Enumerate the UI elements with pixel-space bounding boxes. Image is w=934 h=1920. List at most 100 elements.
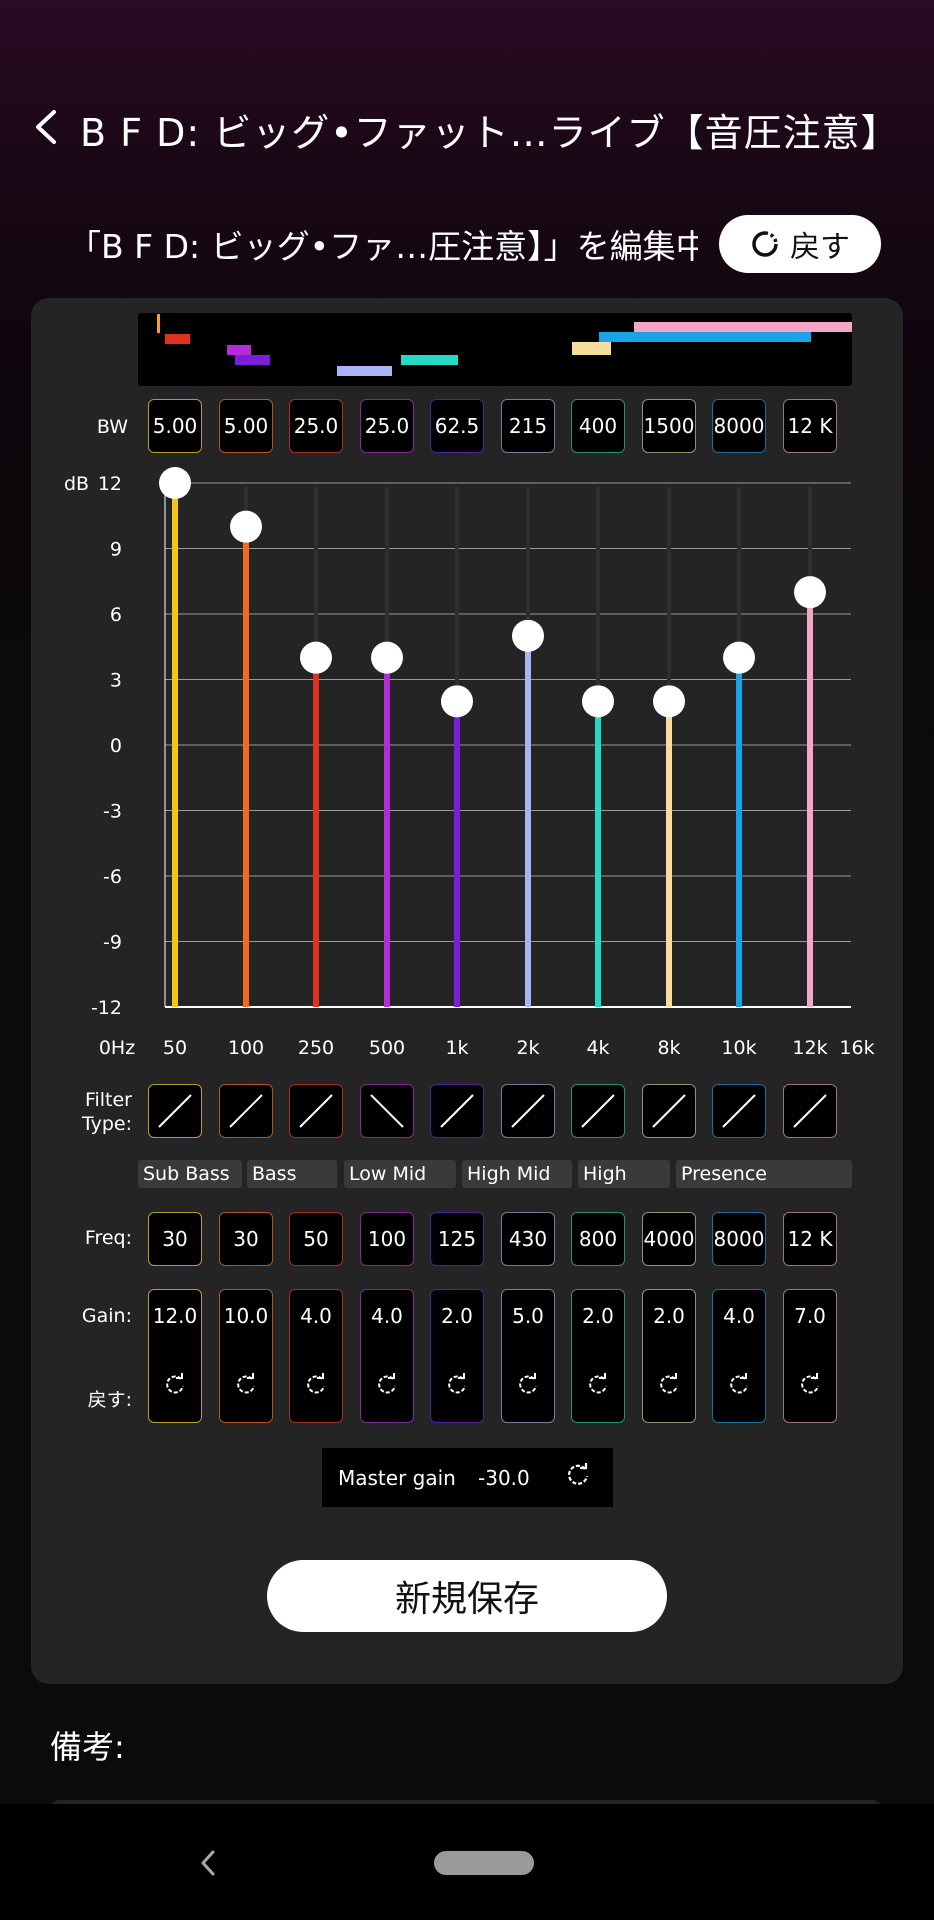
filter-type-button-5[interactable]	[430, 1084, 484, 1138]
band-reset-button-2[interactable]	[233, 1372, 259, 1403]
gain-slider-knob-1[interactable]	[159, 467, 191, 499]
filter-type-button-10[interactable]	[783, 1084, 837, 1138]
reset-row-label: 戻す:	[87, 1389, 132, 1411]
filter-type-button-7[interactable]	[571, 1084, 625, 1138]
group-tag-high-mid: High Mid	[462, 1160, 572, 1188]
gain-slider-knob-9[interactable]	[723, 641, 755, 674]
freq-row-label: Freq:	[84, 1227, 132, 1249]
gain-slider-knob-7[interactable]	[582, 685, 614, 718]
gain-value-1[interactable]: 12.0	[153, 1304, 198, 1328]
gain-value-4[interactable]: 4.0	[371, 1304, 403, 1328]
gain-value-10[interactable]: 7.0	[794, 1304, 826, 1328]
x-tick-label: 50	[163, 1037, 187, 1059]
gain-control-4: 4.0	[360, 1289, 414, 1423]
gain-value-3[interactable]: 4.0	[300, 1304, 332, 1328]
filter-rising-icon	[722, 1094, 756, 1128]
save-new-button[interactable]: 新規保存	[267, 1560, 667, 1632]
system-back-button[interactable]	[195, 1840, 221, 1886]
y-tick-label: 0	[110, 735, 122, 757]
freq-value-9[interactable]: 8000	[712, 1212, 766, 1266]
filter-rising-icon	[793, 1094, 827, 1128]
master-gain-value[interactable]: -30.0	[478, 1466, 548, 1490]
freq-value-1[interactable]: 30	[148, 1212, 202, 1266]
freq-value-6[interactable]: 430	[501, 1212, 555, 1266]
band-reset-button-10[interactable]	[797, 1372, 823, 1403]
filter-type-button-6[interactable]	[501, 1084, 555, 1138]
band-reset-button-3[interactable]	[303, 1372, 329, 1403]
gain-value-9[interactable]: 4.0	[723, 1304, 755, 1328]
eq-chart: dB 12 9 6 3 0 -3 -6 -9 -12 0Hz 50 100 250 500 1k 2k 4k 8k 1…	[64, 467, 875, 1059]
gain-control-10: 7.0	[783, 1289, 837, 1423]
x-tick-label: 0Hz	[99, 1037, 135, 1059]
filter-rising-icon	[581, 1094, 615, 1128]
filter-type-button-9[interactable]	[712, 1084, 766, 1138]
freq-value-10[interactable]: 12 K	[783, 1212, 837, 1266]
system-home-button[interactable]	[434, 1851, 534, 1875]
x-tick-label: 16k	[839, 1037, 874, 1059]
gain-value-8[interactable]: 2.0	[653, 1304, 685, 1328]
y-tick-label: 12	[98, 473, 122, 495]
gain-slider-knob-4[interactable]	[371, 641, 403, 674]
y-tick-label: -9	[103, 932, 122, 954]
band-reset-button-9[interactable]	[726, 1372, 752, 1403]
band-reset-button-5[interactable]	[444, 1372, 470, 1403]
filter-rising-icon	[229, 1094, 263, 1128]
gain-control-9: 4.0	[712, 1289, 766, 1423]
gain-slider-knob-8[interactable]	[653, 685, 685, 718]
refresh-icon	[567, 1463, 589, 1485]
x-tick-label: 250	[298, 1037, 334, 1059]
y-tick-label: -12	[91, 997, 122, 1019]
y-tick-label: 6	[110, 604, 122, 626]
group-tag-bass: Bass	[247, 1160, 337, 1188]
gain-control-8: 2.0	[642, 1289, 696, 1423]
filter-type-button-8[interactable]	[642, 1084, 696, 1138]
filter-type-button-3[interactable]	[289, 1084, 343, 1138]
band-reset-button-4[interactable]	[374, 1372, 400, 1403]
freq-value-7[interactable]: 800	[571, 1212, 625, 1266]
gain-control-1: 12.0	[148, 1289, 202, 1423]
freq-value-3[interactable]: 50	[289, 1212, 343, 1266]
x-tick-label: 8k	[657, 1037, 680, 1059]
refresh-icon	[307, 1373, 325, 1394]
gain-value-2[interactable]: 10.0	[224, 1304, 269, 1328]
filter-type-button-2[interactable]	[219, 1084, 273, 1138]
refresh-icon	[730, 1373, 748, 1394]
gain-slider-knob-5[interactable]	[441, 685, 473, 718]
gain-slider-knob-2[interactable]	[230, 510, 262, 543]
gain-slider-knob-6[interactable]	[512, 619, 544, 652]
freq-value-5[interactable]: 125	[430, 1212, 484, 1266]
freq-value-4[interactable]: 100	[360, 1212, 414, 1266]
gain-value-6[interactable]: 5.0	[512, 1304, 544, 1328]
refresh-icon	[519, 1373, 537, 1394]
x-tick-label: 100	[228, 1037, 264, 1059]
filter-falling-icon	[370, 1094, 404, 1128]
band-reset-button-1[interactable]	[162, 1372, 188, 1403]
gain-control-2: 10.0	[219, 1289, 273, 1423]
gain-control-7: 2.0	[571, 1289, 625, 1423]
freq-value-2[interactable]: 30	[219, 1212, 273, 1266]
gain-slider-knob-3[interactable]	[300, 641, 332, 674]
refresh-icon	[801, 1373, 819, 1394]
filter-rising-icon	[652, 1094, 686, 1128]
master-gain-reset-button[interactable]	[564, 1461, 592, 1494]
filter-type-button-4[interactable]	[360, 1084, 414, 1138]
filter-type-button-1[interactable]	[148, 1084, 202, 1138]
band-reset-button-6[interactable]	[515, 1372, 541, 1403]
gain-value-7[interactable]: 2.0	[582, 1304, 614, 1328]
gain-slider-knob-10[interactable]	[794, 576, 826, 609]
filter-rising-icon	[511, 1094, 545, 1128]
master-gain-control[interactable]: Master gain -30.0	[322, 1448, 613, 1507]
notes-label: 備考:	[50, 1728, 125, 1766]
gain-value-5[interactable]: 2.0	[441, 1304, 473, 1328]
band-reset-button-7[interactable]	[585, 1372, 611, 1403]
x-tick-label: 2k	[516, 1037, 539, 1059]
band-reset-button-8[interactable]	[656, 1372, 682, 1403]
refresh-icon	[237, 1373, 255, 1394]
x-tick-label: 4k	[586, 1037, 609, 1059]
freq-value-8[interactable]: 4000	[642, 1212, 696, 1266]
refresh-icon	[378, 1373, 396, 1394]
chevron-left-icon	[201, 1850, 215, 1876]
filter-rising-icon	[440, 1094, 474, 1128]
gain-control-6: 5.0	[501, 1289, 555, 1423]
group-tag-low-mid: Low Mid	[344, 1160, 456, 1188]
